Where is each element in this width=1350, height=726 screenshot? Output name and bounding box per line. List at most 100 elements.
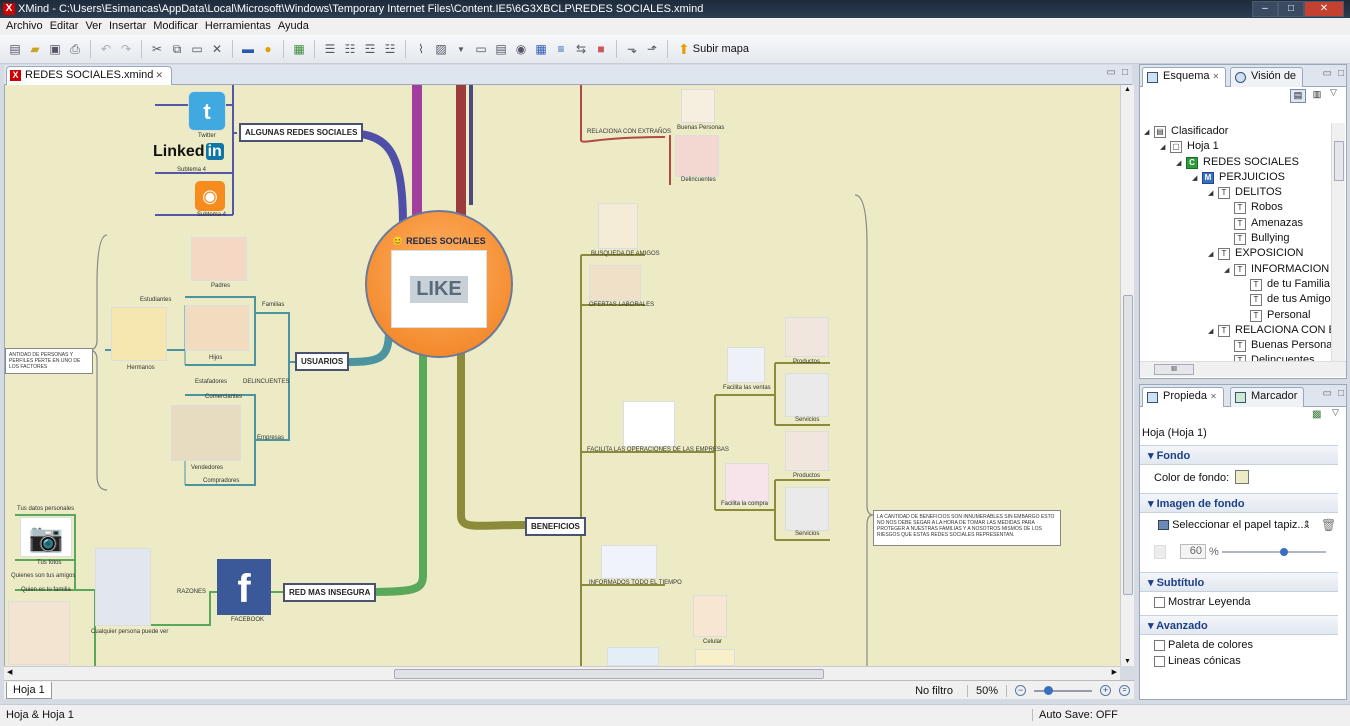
menu-archivo[interactable]: Archivo (4, 18, 48, 35)
section-avanzado[interactable]: ▾ Avanzado (1140, 615, 1338, 635)
outline-node[interactable]: ◢ T DELITOS (1144, 186, 1332, 201)
horizontal-scroll-thumb[interactable] (394, 669, 824, 679)
color-fondo-swatch[interactable] (1235, 470, 1249, 484)
expand-toggle-icon[interactable]: ◢ (1192, 174, 1197, 182)
undo-icon[interactable]: ↶ (97, 40, 115, 58)
topic-usuarios[interactable]: USUARIOS (295, 352, 350, 371)
outline-node[interactable]: ◢ T RELACIONA CON E (1144, 324, 1332, 339)
editor-maximize-icon[interactable]: □ (1122, 67, 1128, 78)
presentation-icon[interactable]: ▬ (239, 40, 257, 58)
usuarios-note[interactable]: ANTIDAD DE PERSONAS Y PERFILES PERTE EN … (5, 348, 93, 374)
panel-maximize-icon[interactable]: □ (1338, 388, 1344, 399)
canvas-vertical-scrollbar[interactable]: ▲ ▼ (1120, 85, 1134, 666)
properties-action-icon[interactable]: ▩ (1312, 409, 1321, 420)
drill-up-icon[interactable]: ⬏ (643, 40, 661, 58)
outline-hscroll[interactable]: III (1140, 361, 1346, 377)
opacity-input[interactable]: 60 (1180, 544, 1206, 559)
redo-icon[interactable]: ↷ (117, 40, 135, 58)
attachment-icon[interactable]: ⌇ (412, 40, 430, 58)
delete-icon[interactable]: ✕ (208, 40, 226, 58)
callout-icon[interactable]: ☳ (381, 40, 399, 58)
topic-beneficios[interactable]: BENEFICIOS (525, 517, 586, 536)
outline-node[interactable]: T Robos (1144, 201, 1332, 216)
section-imagen-fondo[interactable]: ▾ Imagen de fondo (1140, 493, 1338, 513)
outline-node[interactable]: T Buenas Personas (1144, 339, 1332, 354)
panel-minimize-icon[interactable]: ▭ (1323, 388, 1332, 399)
menu-modificar[interactable]: Modificar (151, 18, 203, 35)
outline-node[interactable]: T Amenazas (1144, 217, 1332, 232)
outline-node[interactable]: Tde tu Familia (1144, 278, 1332, 293)
menu-insertar[interactable]: Insertar (107, 18, 151, 35)
trash-icon[interactable]: 🗑 (1321, 518, 1336, 532)
floating-topic-icon[interactable]: ☲ (361, 40, 379, 58)
copy-icon[interactable]: ⧉ (168, 40, 186, 58)
outline-menu-icon[interactable]: ▽ (1330, 87, 1337, 98)
zoom-fit-icon[interactable]: = (1119, 685, 1130, 696)
panel-maximize-icon[interactable]: □ (1338, 68, 1344, 79)
hyperlink-icon[interactable]: ⇆ (572, 40, 590, 58)
expand-toggle-icon[interactable]: ◢ (1208, 189, 1213, 197)
scroll-up-icon[interactable]: ▲ (1124, 86, 1131, 93)
expand-toggle-icon[interactable]: ◢ (1224, 266, 1229, 274)
mindmap-canvas[interactable]: 😊 REDES SOCIALES LIKE ALGUNAS REDES SOCI… (4, 85, 1120, 666)
topic-algunas-redes-sociales[interactable]: ALGUNAS REDES SOCIALES (239, 123, 364, 142)
outline-vscroll-thumb[interactable] (1334, 141, 1344, 181)
open-icon[interactable]: ▰ (26, 40, 44, 58)
topic-red-mas-insegura[interactable]: RED MAS INSEGURA (283, 583, 377, 602)
label-icon[interactable]: ■ (592, 40, 610, 58)
new-icon[interactable]: ▤ (6, 40, 24, 58)
expand-toggle-icon[interactable]: ◢ (1176, 159, 1181, 167)
tab-close-icon[interactable]: ✕ (1210, 392, 1217, 401)
editor-minimize-icon[interactable]: ▭ (1107, 67, 1116, 78)
properties-menu-icon[interactable]: ▽ (1332, 407, 1339, 418)
outline-hscroll-thumb[interactable]: III (1154, 364, 1194, 375)
summary-icon[interactable]: ▤ (492, 40, 510, 58)
image-icon[interactable]: ▨ (432, 40, 450, 58)
lineas-checkbox[interactable]: Lineas cónicas (1154, 655, 1241, 667)
print-icon[interactable]: ⎙ (66, 40, 84, 58)
outline-node[interactable]: T Personal (1144, 309, 1332, 324)
tab-marcador[interactable]: Marcador (1230, 387, 1305, 407)
cut-icon[interactable]: ✂ (148, 40, 166, 58)
opacity-slider-thumb[interactable] (1280, 548, 1288, 556)
note-icon[interactable]: ▦ (532, 40, 550, 58)
menu-herramientas[interactable]: Herramientas (203, 18, 276, 35)
menu-ayuda[interactable]: Ayuda (276, 18, 314, 35)
wallpaper-select[interactable]: Seleccionar el papel tapiz.... ⇕ 🗑 (1158, 518, 1338, 533)
zoom-slider[interactable] (1034, 685, 1092, 696)
outline-node[interactable]: ◢ ▤ Clasificador (1144, 125, 1332, 140)
dropdown-icon[interactable]: ▼ (452, 40, 470, 58)
zoom-in-icon[interactable]: + (1100, 685, 1111, 696)
outline-node[interactable]: T Bullying (1144, 232, 1332, 247)
tab-close-icon[interactable]: ✕ (155, 67, 163, 84)
mostrar-leyenda-checkbox[interactable]: Mostrar Leyenda (1154, 596, 1251, 608)
boundary-icon[interactable]: ▭ (472, 40, 490, 58)
canvas-horizontal-scrollbar[interactable]: ◀ ▶ (4, 666, 1120, 680)
drill-down-icon[interactable]: ⬎ (623, 40, 641, 58)
expand-toggle-icon[interactable]: ◢ (1208, 327, 1213, 335)
upload-map-button[interactable]: ⬆ Subir mapa (678, 41, 749, 58)
sheet-tab[interactable]: Hoja 1 (6, 681, 52, 699)
paste-icon[interactable]: ▭ (188, 40, 206, 58)
tab-propiedades[interactable]: Propieda ✕ (1142, 387, 1224, 407)
topic-icon[interactable]: ☰ (321, 40, 339, 58)
opacity-slider[interactable] (1222, 548, 1326, 556)
editor-tab[interactable]: X REDES SOCIALES.xmind ✕ (6, 66, 172, 85)
filter-label[interactable]: No filtro (915, 684, 968, 697)
scroll-right-icon[interactable]: ▶ (1112, 668, 1117, 676)
vertical-scroll-thumb[interactable] (1123, 295, 1133, 595)
expand-toggle-icon[interactable]: ◢ (1208, 250, 1213, 258)
save-icon[interactable]: ▣ (46, 40, 64, 58)
zoom-out-icon[interactable]: − (1015, 685, 1026, 696)
minimize-button[interactable]: – (1252, 1, 1278, 17)
zoom-slider-thumb[interactable] (1044, 686, 1053, 695)
expand-toggle-icon[interactable]: ◢ (1144, 128, 1149, 136)
section-fondo[interactable]: ▾ Fondo (1140, 445, 1338, 465)
subtopic-icon[interactable]: ☷ (341, 40, 359, 58)
spinner-icon[interactable]: ⇕ (1303, 519, 1311, 530)
central-topic[interactable]: 😊 REDES SOCIALES LIKE (365, 210, 513, 358)
outline-node[interactable]: ◢ T EXPOSICION (1144, 247, 1332, 262)
beneficios-note[interactable]: LA CANTIDAD DE BENEFICIOS SON INNUMERABL… (873, 510, 1061, 546)
section-subtitulo[interactable]: ▾ Subtítulo (1140, 572, 1338, 592)
outline-filter-icon[interactable]: ▥ (1310, 89, 1324, 103)
